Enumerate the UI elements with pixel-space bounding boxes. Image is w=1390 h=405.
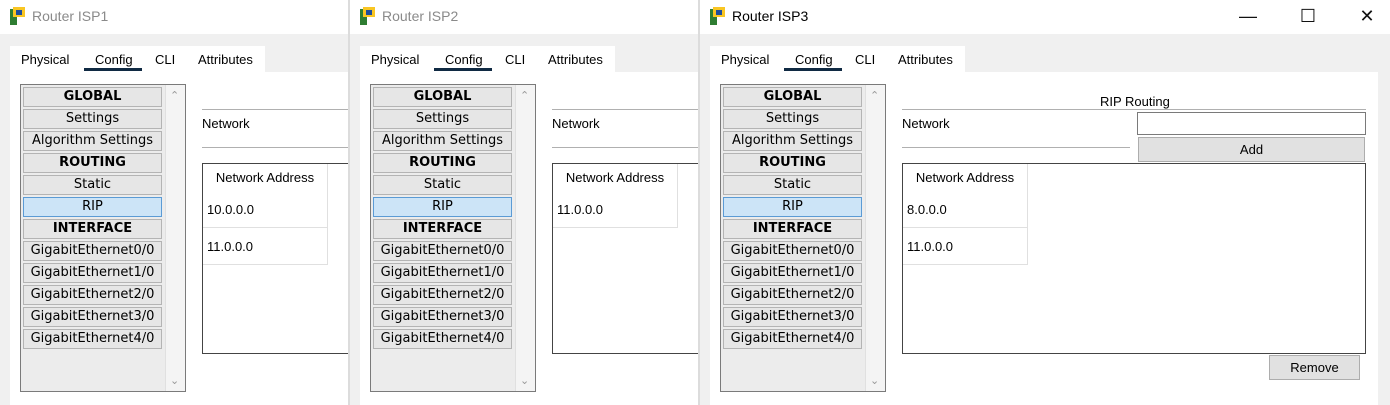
tab-cli[interactable]: CLI <box>855 52 875 70</box>
divider <box>202 109 348 110</box>
nav-header-global: GLOBAL <box>723 87 862 107</box>
nav-item-gigabitethernet4-0[interactable]: GigabitEthernet4/0 <box>373 329 512 349</box>
table-row[interactable]: 11.0.0.0 <box>553 191 678 228</box>
nav-item-algorithm-settings[interactable]: Algorithm Settings <box>23 131 162 151</box>
config-nav-list: GLOBAL Settings Algorithm Settings ROUTI… <box>370 84 536 392</box>
network-label: Network <box>552 116 600 131</box>
packet-tracer-icon <box>710 7 725 25</box>
table-row[interactable]: 11.0.0.0 <box>203 228 328 265</box>
network-table[interactable]: Network Address 10.0.0.0 11.0.0.0 <box>202 163 348 354</box>
nav-item-gigabitethernet1-0[interactable]: GigabitEthernet1/0 <box>23 263 162 283</box>
nav-header-routing: ROUTING <box>723 153 862 173</box>
section-title: RIP Routing <box>1100 94 1170 109</box>
nav-item-static[interactable]: Static <box>723 175 862 195</box>
network-label: Network <box>202 116 250 131</box>
active-tab-indicator <box>84 68 142 71</box>
nav-header-interface: INTERFACE <box>373 219 512 239</box>
table-row[interactable]: 8.0.0.0 <box>903 191 1028 228</box>
config-nav-list: GLOBAL Settings Algorithm Settings ROUTI… <box>720 84 886 392</box>
nav-item-rip[interactable]: RIP <box>373 197 512 217</box>
close-icon[interactable]: ✕ <box>1355 4 1379 28</box>
nav-header-routing: ROUTING <box>23 153 162 173</box>
scroll-up-icon[interactable]: ⌃ <box>170 89 179 102</box>
tab-attributes[interactable]: Attributes <box>898 52 953 70</box>
nav-item-static[interactable]: Static <box>23 175 162 195</box>
divider <box>902 109 1366 110</box>
title-bar[interactable]: Router ISP2 <box>350 0 698 34</box>
nav-item-rip[interactable]: RIP <box>23 197 162 217</box>
minimize-icon[interactable]: — <box>1236 4 1260 28</box>
divider <box>202 147 348 148</box>
tab-attributes[interactable]: Attributes <box>198 52 253 70</box>
packet-tracer-icon <box>10 7 25 25</box>
nav-scrollbar[interactable]: ⌃ ⌄ <box>865 85 885 391</box>
router-isp2-window: Router ISP2 Physical Config CLI Attribut… <box>350 0 698 405</box>
window-title: Router ISP1 <box>32 8 109 24</box>
router-isp3-window: Router ISP3 — ☐ ✕ Physical Config CLI At… <box>700 0 1390 405</box>
nav-header-global: GLOBAL <box>23 87 162 107</box>
maximize-icon[interactable]: ☐ <box>1296 4 1320 28</box>
nav-item-algorithm-settings[interactable]: Algorithm Settings <box>373 131 512 151</box>
tab-attributes[interactable]: Attributes <box>548 52 603 70</box>
nav-scrollbar[interactable]: ⌃ ⌄ <box>515 85 535 391</box>
nav-item-algorithm-settings[interactable]: Algorithm Settings <box>723 131 862 151</box>
active-tab-indicator <box>784 68 842 71</box>
nav-item-rip[interactable]: RIP <box>723 197 862 217</box>
nav-item-gigabitethernet3-0[interactable]: GigabitEthernet3/0 <box>373 307 512 327</box>
divider <box>552 109 698 110</box>
remove-button[interactable]: Remove <box>1269 355 1360 380</box>
nav-item-gigabitethernet4-0[interactable]: GigabitEthernet4/0 <box>23 329 162 349</box>
nav-item-gigabitethernet2-0[interactable]: GigabitEthernet2/0 <box>23 285 162 305</box>
table-row[interactable]: 11.0.0.0 <box>903 228 1028 265</box>
table-row[interactable]: 10.0.0.0 <box>203 191 328 228</box>
nav-item-gigabitethernet1-0[interactable]: GigabitEthernet1/0 <box>373 263 512 283</box>
table-header-network-address: Network Address <box>203 164 328 191</box>
nav-item-settings[interactable]: Settings <box>723 109 862 129</box>
nav-item-settings[interactable]: Settings <box>373 109 512 129</box>
nav-header-interface: INTERFACE <box>23 219 162 239</box>
nav-scrollbar[interactable]: ⌃ ⌄ <box>165 85 185 391</box>
nav-item-settings[interactable]: Settings <box>23 109 162 129</box>
nav-item-gigabitethernet2-0[interactable]: GigabitEthernet2/0 <box>373 285 512 305</box>
window-title: Router ISP3 <box>732 8 809 24</box>
nav-item-static[interactable]: Static <box>373 175 512 195</box>
network-table[interactable]: Network Address 11.0.0.0 <box>552 163 698 354</box>
nav-item-gigabitethernet3-0[interactable]: GigabitEthernet3/0 <box>23 307 162 327</box>
nav-item-gigabitethernet1-0[interactable]: GigabitEthernet1/0 <box>723 263 862 283</box>
nav-item-gigabitethernet0-0[interactable]: GigabitEthernet0/0 <box>23 241 162 261</box>
scroll-up-icon[interactable]: ⌃ <box>870 89 879 102</box>
nav-item-gigabitethernet2-0[interactable]: GigabitEthernet2/0 <box>723 285 862 305</box>
divider <box>902 147 1130 148</box>
table-header-network-address: Network Address <box>553 164 678 191</box>
scroll-down-icon[interactable]: ⌄ <box>170 374 179 387</box>
packet-tracer-icon <box>360 7 375 25</box>
router-isp1-window: Router ISP1 Physical Config CLI Attribut… <box>0 0 348 405</box>
title-bar[interactable]: Router ISP1 <box>0 0 348 34</box>
window-title: Router ISP2 <box>382 8 459 24</box>
add-button[interactable]: Add <box>1138 137 1365 162</box>
title-bar[interactable]: Router ISP3 — ☐ ✕ <box>700 0 1390 34</box>
scroll-down-icon[interactable]: ⌄ <box>870 374 879 387</box>
tab-cli[interactable]: CLI <box>505 52 525 70</box>
tab-cli[interactable]: CLI <box>155 52 175 70</box>
scroll-down-icon[interactable]: ⌄ <box>520 374 529 387</box>
network-input[interactable] <box>1137 112 1366 135</box>
nav-item-gigabitethernet3-0[interactable]: GigabitEthernet3/0 <box>723 307 862 327</box>
nav-item-gigabitethernet0-0[interactable]: GigabitEthernet0/0 <box>373 241 512 261</box>
nav-item-gigabitethernet4-0[interactable]: GigabitEthernet4/0 <box>723 329 862 349</box>
active-tab-indicator <box>434 68 492 71</box>
nav-item-gigabitethernet0-0[interactable]: GigabitEthernet0/0 <box>723 241 862 261</box>
config-nav-list: GLOBAL Settings Algorithm Settings ROUTI… <box>20 84 186 392</box>
tab-physical[interactable]: Physical <box>721 52 769 70</box>
divider <box>552 147 698 148</box>
network-table[interactable]: Network Address 8.0.0.0 11.0.0.0 <box>902 163 1366 354</box>
tab-physical[interactable]: Physical <box>21 52 69 70</box>
nav-header-routing: ROUTING <box>373 153 512 173</box>
tab-physical[interactable]: Physical <box>371 52 419 70</box>
nav-header-interface: INTERFACE <box>723 219 862 239</box>
nav-header-global: GLOBAL <box>373 87 512 107</box>
scroll-up-icon[interactable]: ⌃ <box>520 89 529 102</box>
table-header-network-address: Network Address <box>903 164 1028 191</box>
network-label: Network <box>902 116 950 131</box>
